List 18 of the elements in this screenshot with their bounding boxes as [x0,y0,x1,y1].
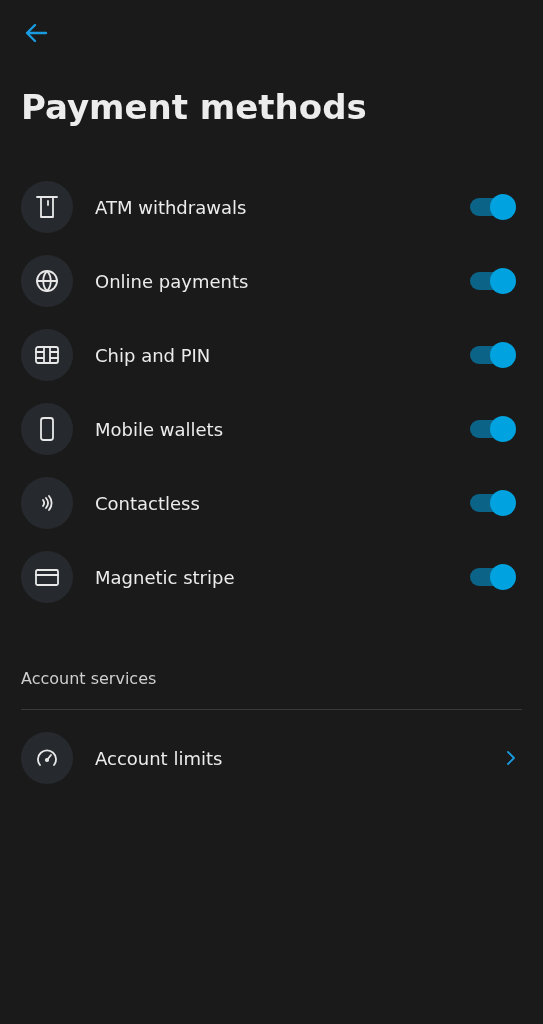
back-arrow-icon[interactable] [24,23,48,43]
payment-method-label: Chip and PIN [95,344,212,366]
atm-icon [21,181,73,233]
chip-icon [21,329,73,381]
phone-icon [21,403,73,455]
payment-method-label: ATM withdrawals [95,196,248,218]
globe-icon [21,255,73,307]
payment-method-label: Contactless [95,492,201,514]
contactless-icon [21,477,73,529]
payment-method-label: Mobile wallets [95,418,225,440]
page-title: Payment methods [21,86,368,129]
gauge-icon [21,732,73,784]
chevron-right-icon[interactable] [506,750,516,766]
account-limits-link[interactable]: Account limits [95,747,506,769]
card-icon [21,551,73,603]
payment-method-label: Magnetic stripe [95,566,236,588]
section-heading: Account services [21,669,158,688]
payment-method-label: Online payments [95,270,250,292]
